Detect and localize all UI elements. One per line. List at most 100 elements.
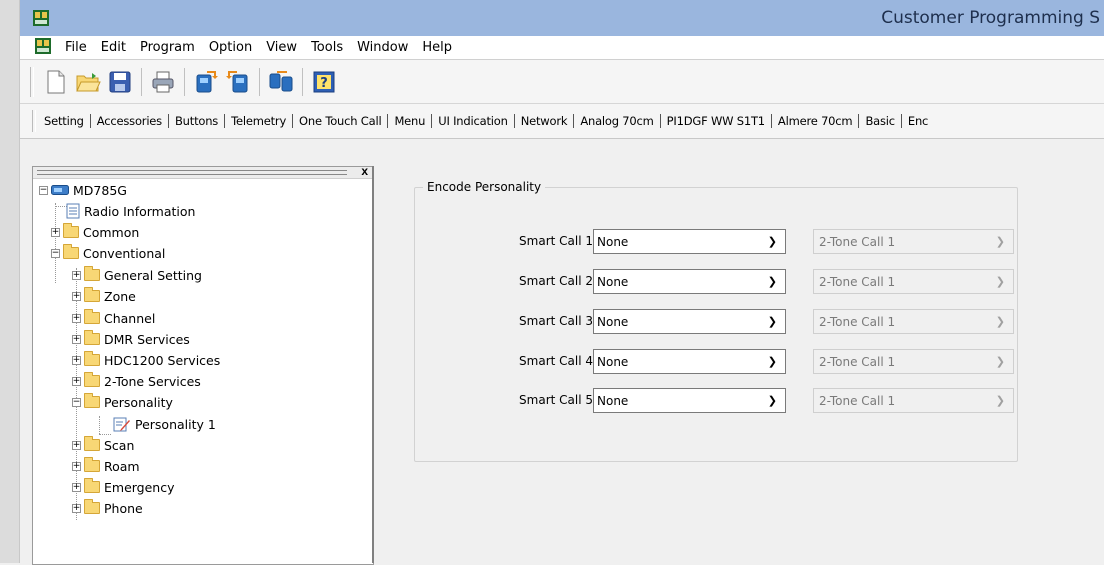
chevron-down-icon: ❯ <box>995 276 1005 288</box>
content-panel: Encode Personality Smart Call 1 None ❯ 2… <box>374 166 1104 563</box>
tab-almere-70cm[interactable]: Almere 70cm <box>772 114 860 128</box>
menu-file[interactable]: File <box>58 40 94 55</box>
smart-call-1-select[interactable]: None ❯ <box>593 229 786 254</box>
save-icon[interactable] <box>106 68 134 96</box>
smart-call-label: Smart Call 3 <box>519 314 593 328</box>
close-icon[interactable]: x <box>361 164 368 178</box>
tabbar-grip[interactable] <box>32 110 36 132</box>
collapse-icon[interactable]: − <box>51 248 60 258</box>
folder-icon <box>84 372 100 387</box>
tree-node-personality-1[interactable]: Personality 1 <box>113 414 216 434</box>
tree-node-emergency[interactable]: + Emergency <box>72 477 175 497</box>
tree-node-zone[interactable]: + Zone <box>72 286 136 306</box>
encode-personality-group: Encode Personality Smart Call 1 None ❯ 2… <box>414 180 1018 462</box>
folder-icon <box>84 266 100 281</box>
tab-accessories[interactable]: Accessories <box>91 114 169 128</box>
tree-node-personality[interactable]: − Personality <box>72 392 173 412</box>
left-window-strip <box>0 0 20 563</box>
expand-icon[interactable]: + <box>72 440 81 450</box>
collapse-icon[interactable]: − <box>72 397 81 407</box>
tree-node-common[interactable]: + Common <box>51 222 139 242</box>
window-title: Customer Programming S <box>881 8 1100 28</box>
select-value: None <box>597 275 629 289</box>
tree-node-scan[interactable]: + Scan <box>72 435 134 455</box>
menu-option[interactable]: Option <box>202 40 259 55</box>
read-radio-icon[interactable] <box>192 68 220 96</box>
tab-pi1dgf-ww-s1t1[interactable]: PI1DGF WW S1T1 <box>661 114 772 128</box>
tree-node-hdc1200-services[interactable]: + HDC1200 Services <box>72 350 220 370</box>
smart-call-label: Smart Call 1 <box>519 234 593 248</box>
menu-window[interactable]: Window <box>350 40 415 55</box>
new-icon[interactable] <box>42 68 70 96</box>
expand-icon[interactable]: + <box>72 482 81 492</box>
toolbar-grip[interactable] <box>30 66 34 97</box>
help-icon[interactable]: ? <box>310 68 338 96</box>
collapse-icon[interactable]: − <box>39 185 48 195</box>
expand-icon[interactable]: + <box>72 270 81 280</box>
expand-icon[interactable]: + <box>72 355 81 365</box>
smart-call-2-select[interactable]: None ❯ <box>593 269 786 294</box>
menu-view[interactable]: View <box>259 40 304 55</box>
tree-node-dmr-services[interactable]: + DMR Services <box>72 329 190 349</box>
select-value: None <box>597 315 629 329</box>
folder-icon <box>84 478 100 493</box>
expand-icon[interactable]: + <box>72 376 81 386</box>
two-tone-call-4-select: 2-Tone Call 1 ❯ <box>813 349 1014 374</box>
clone-icon[interactable] <box>267 68 295 96</box>
folder-icon <box>84 309 100 324</box>
document-icon <box>66 203 80 219</box>
print-icon[interactable] <box>149 68 177 96</box>
tree-node-conventional[interactable]: − Conventional <box>51 243 165 263</box>
tree-node-2-tone-services[interactable]: + 2-Tone Services <box>72 371 201 391</box>
tree-node-md785g[interactable]: − MD785G <box>39 180 127 200</box>
write-radio-icon[interactable] <box>224 68 252 96</box>
tab-bar: Setting Accessories Buttons Telemetry On… <box>20 104 1104 139</box>
expand-icon[interactable]: + <box>72 313 81 323</box>
expand-icon[interactable]: + <box>72 334 81 344</box>
toolbar-separator <box>302 67 303 96</box>
tree-node-radio-information[interactable]: Radio Information <box>66 201 195 221</box>
menu-tools[interactable]: Tools <box>304 40 350 55</box>
smart-call-5-select[interactable]: None ❯ <box>593 388 786 413</box>
two-tone-call-1-select: 2-Tone Call 1 ❯ <box>813 229 1014 254</box>
title-bar: Customer Programming S <box>20 0 1104 36</box>
smart-call-3-select[interactable]: None ❯ <box>593 309 786 334</box>
app-icon <box>32 9 50 30</box>
expand-icon[interactable]: + <box>72 503 81 513</box>
menu-edit[interactable]: Edit <box>94 40 133 55</box>
tree-node-phone[interactable]: + Phone <box>72 498 143 518</box>
tab-setting[interactable]: Setting <box>38 114 91 128</box>
tree-node-roam[interactable]: + Roam <box>72 456 140 476</box>
tab-basic[interactable]: Basic <box>859 114 902 128</box>
smart-call-label: Smart Call 5 <box>519 393 593 407</box>
smart-call-row: Smart Call 1 None ❯ 2-Tone Call 1 ❯ <box>415 229 1015 255</box>
app-menu-icon[interactable] <box>34 38 52 57</box>
smart-call-row: Smart Call 4 None ❯ 2-Tone Call 1 ❯ <box>415 349 1015 375</box>
expand-icon[interactable]: + <box>72 291 81 301</box>
smart-call-label: Smart Call 2 <box>519 274 593 288</box>
select-value: 2-Tone Call 1 <box>819 235 896 249</box>
smart-call-4-select[interactable]: None ❯ <box>593 349 786 374</box>
tab-telemetry[interactable]: Telemetry <box>225 114 294 128</box>
tree-node-channel[interactable]: + Channel <box>72 308 155 328</box>
tab-menu[interactable]: Menu <box>388 114 433 128</box>
panel-grip[interactable] <box>37 170 347 175</box>
smart-call-row: Smart Call 3 None ❯ 2-Tone Call 1 ❯ <box>415 309 1015 335</box>
tab-ui-indication[interactable]: UI Indication <box>432 114 515 128</box>
tree-connector <box>99 416 100 434</box>
expand-icon[interactable]: + <box>51 227 60 237</box>
tab-buttons[interactable]: Buttons <box>169 114 226 128</box>
tab-one-touch-call[interactable]: One Touch Call <box>293 114 389 128</box>
tab-enc[interactable]: Enc <box>902 114 934 128</box>
menu-help[interactable]: Help <box>415 40 459 55</box>
app-window: Customer Programming S File Edit Program… <box>20 0 1104 565</box>
open-icon[interactable] <box>74 68 102 96</box>
tab-network[interactable]: Network <box>515 114 575 128</box>
chevron-down-icon: ❯ <box>767 236 777 248</box>
tree-node-general-setting[interactable]: + General Setting <box>72 265 202 285</box>
folder-open-icon <box>84 393 100 408</box>
menu-program[interactable]: Program <box>133 40 202 55</box>
menu-bar: File Edit Program Option View Tools Wind… <box>20 36 1104 60</box>
expand-icon[interactable]: + <box>72 461 81 471</box>
tab-analog-70cm[interactable]: Analog 70cm <box>574 114 661 128</box>
